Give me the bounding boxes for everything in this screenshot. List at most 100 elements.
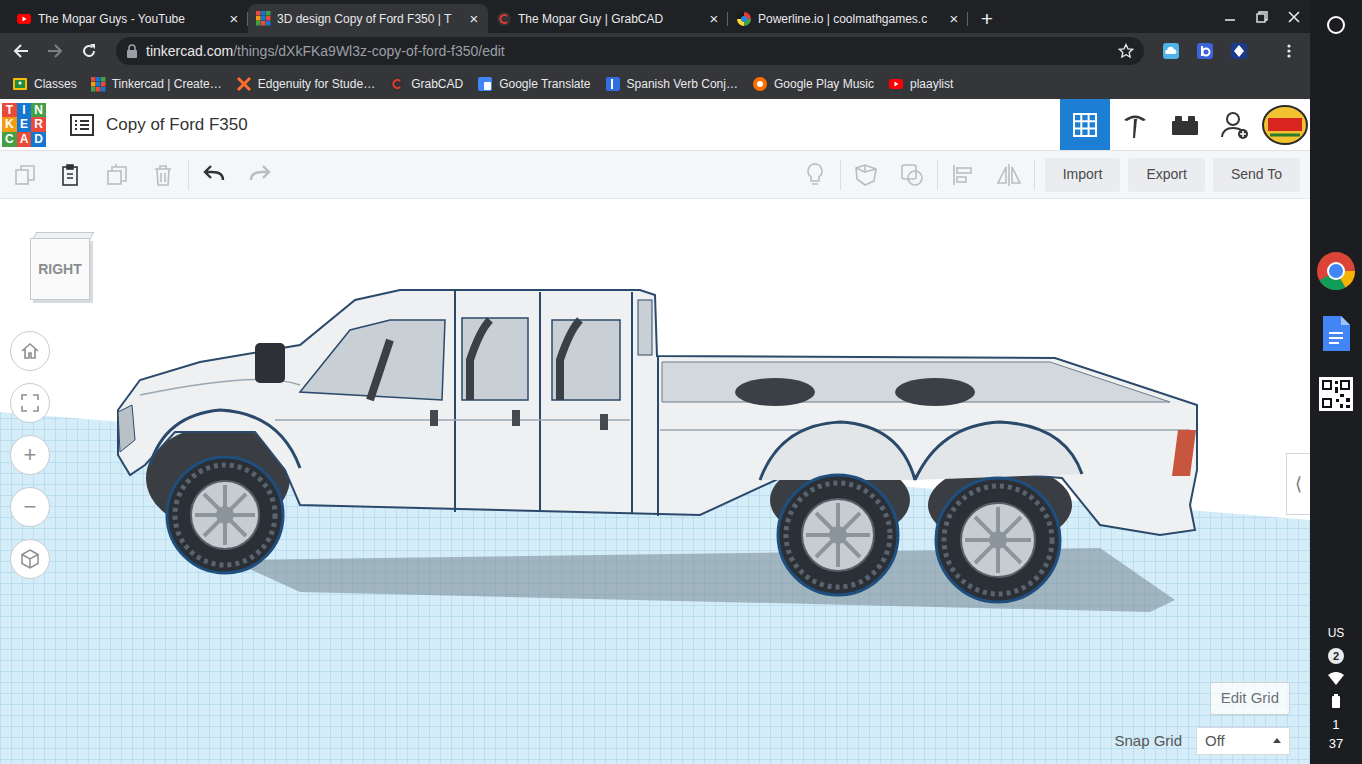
design-title[interactable]: Copy of Ford F350	[106, 112, 248, 138]
back-arrow-icon[interactable]	[6, 36, 36, 66]
qr-code-icon[interactable]	[1319, 377, 1353, 411]
fit-view-icon	[20, 393, 40, 413]
bookmark[interactable]: GrabCAD	[383, 75, 469, 93]
bookmark[interactable]: Edgenuity for Stude…	[230, 75, 381, 93]
play-music-icon	[752, 76, 768, 92]
avatar-button[interactable]	[1260, 99, 1310, 150]
bookmark[interactable]: Google Play Music	[746, 75, 880, 93]
zoom-in-button[interactable]: +	[10, 435, 50, 475]
lock-icon	[126, 44, 138, 58]
wifi-icon[interactable]	[1328, 672, 1344, 686]
redo-button[interactable]	[237, 151, 283, 199]
reload-icon[interactable]	[74, 36, 104, 66]
mirror-button[interactable]	[986, 151, 1032, 199]
chrome-icon[interactable]	[1316, 251, 1356, 291]
cloud-extension-icon[interactable]	[1156, 36, 1186, 66]
address-bar[interactable]: tinkercad.com/things/dXkFKa9Wl3z-copy-of…	[116, 37, 1144, 65]
truck-model-icon[interactable]	[0, 199, 1310, 764]
tinkercad-logo[interactable]: TINKERCAD	[2, 103, 46, 147]
undo-icon	[202, 163, 226, 187]
paste-icon	[59, 163, 83, 187]
delete-icon	[151, 163, 175, 187]
bookmark-label: Google Translate	[499, 75, 590, 93]
design-list-icon[interactable]	[70, 114, 94, 136]
close-window-icon[interactable]	[1278, 0, 1310, 33]
notification-count[interactable]: 2	[1328, 648, 1344, 664]
blue-extension-icon[interactable]	[1190, 36, 1220, 66]
view-switch[interactable]	[1060, 99, 1110, 150]
grabcad-icon	[496, 11, 512, 27]
bookmark[interactable]: Spanish Verb Conj…	[599, 75, 744, 93]
clock[interactable]: 137	[1329, 716, 1343, 754]
avatar-icon	[1262, 105, 1308, 145]
bookmark-star-icon[interactable]	[1118, 43, 1134, 59]
delete-button[interactable]	[140, 151, 186, 199]
minimize-icon[interactable]	[1214, 0, 1246, 33]
browser-menu-icon[interactable]	[1274, 36, 1304, 66]
redo-icon	[248, 163, 272, 187]
edit-grid-button[interactable]: Edit Grid	[1210, 682, 1290, 715]
toolbar-text-button[interactable]: Export	[1128, 158, 1204, 192]
input-method[interactable]: US	[1328, 626, 1345, 640]
3d-design-icon	[1072, 112, 1098, 138]
notes-bulb-icon	[803, 162, 827, 188]
clock-minute: 37	[1329, 735, 1343, 754]
toolbar-text-button[interactable]: Import	[1045, 158, 1121, 192]
logo-letter: E	[17, 117, 32, 132]
bookmark[interactable]: Google Translate	[471, 75, 596, 93]
group-button[interactable]	[843, 151, 889, 199]
spanish-verb-icon	[605, 76, 621, 92]
toolbar-text-button[interactable]: Send To	[1213, 158, 1300, 192]
battery-icon[interactable]	[1331, 694, 1341, 708]
zoom-in-label: +	[24, 444, 37, 466]
projection-button[interactable]	[10, 539, 50, 579]
forward-arrow-icon[interactable]	[40, 36, 70, 66]
align-button[interactable]	[940, 151, 986, 199]
paste-button[interactable]	[48, 151, 94, 199]
view-switch[interactable]	[1110, 99, 1160, 150]
browser-tab[interactable]: The Mopar Guy | GrabCAD×	[488, 4, 728, 33]
view-cube[interactable]: RIGHT	[28, 230, 94, 304]
panel-toggle-label: ⟨	[1295, 471, 1302, 498]
url-host: tinkercad.com	[146, 41, 233, 62]
copy-button[interactable]	[2, 151, 48, 199]
logo-letter: C	[2, 132, 17, 147]
launcher-icon[interactable]	[1325, 14, 1347, 36]
bookmark[interactable]: Classes	[6, 75, 83, 93]
bookmark[interactable]: plaaylist	[882, 75, 959, 93]
classroom-icon	[12, 76, 28, 92]
browser-tab[interactable]: Powerline.io | coolmathgames.c×	[728, 4, 968, 33]
workplane[interactable]: RIGHT +− ⟨ Edit GridSnap GridOff	[0, 199, 1310, 764]
tab-close-button[interactable]: ×	[706, 11, 722, 27]
bookmark-label: Edgenuity for Stude…	[258, 75, 375, 93]
browser-tab[interactable]: The Mopar Guys - YouTube×	[8, 4, 248, 33]
notes-bulb-button[interactable]	[792, 151, 838, 199]
logo-letter: K	[2, 117, 17, 132]
add-user-button[interactable]	[1210, 99, 1260, 150]
diamond-extension-icon[interactable]	[1224, 36, 1254, 66]
browser-tab[interactable]: 3D design Copy of Ford F350 | T×	[248, 4, 488, 33]
undo-button[interactable]	[191, 151, 237, 199]
view-switch[interactable]	[1160, 99, 1210, 150]
tab-close-button[interactable]: ×	[946, 11, 962, 27]
bookmark-label: plaaylist	[910, 75, 953, 93]
new-tab-button[interactable]: +	[972, 4, 1002, 33]
fit-view-button[interactable]	[10, 383, 50, 423]
bookmark[interactable]: Tinkercad | Create…	[85, 75, 228, 93]
duplicate-button[interactable]	[94, 151, 140, 199]
browser-toolbar: tinkercad.com/things/dXkFKa9Wl3z-copy-of…	[0, 33, 1310, 69]
snap-grid-select[interactable]: Off	[1196, 727, 1290, 756]
home-view-button[interactable]	[10, 331, 50, 371]
bookmark-label: Google Play Music	[774, 75, 874, 93]
restore-icon[interactable]	[1246, 0, 1278, 33]
dropdown-caret-icon	[1273, 738, 1281, 743]
tab-close-button[interactable]: ×	[226, 11, 242, 27]
panel-toggle[interactable]: ⟨	[1286, 453, 1310, 515]
tab-close-button[interactable]: ×	[466, 11, 482, 27]
align-icon	[951, 163, 975, 187]
grabcad-icon	[389, 76, 405, 92]
zoom-out-button[interactable]: −	[10, 487, 50, 527]
docs-icon[interactable]	[1321, 315, 1351, 353]
ungroup-button[interactable]	[889, 151, 935, 199]
zoom-out-label: −	[24, 496, 37, 518]
